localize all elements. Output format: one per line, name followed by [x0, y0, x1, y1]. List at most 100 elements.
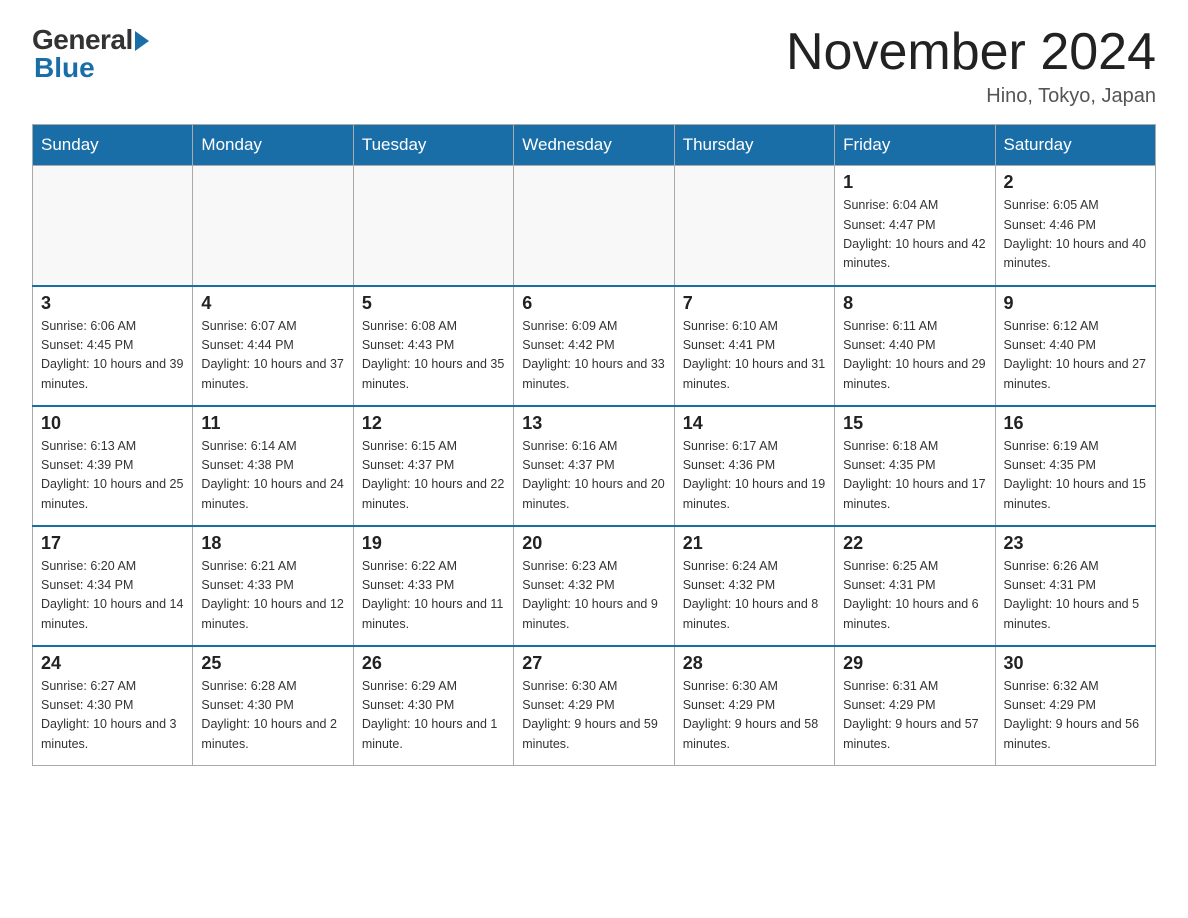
day-info: Sunrise: 6:26 AMSunset: 4:31 PMDaylight:… [1004, 557, 1147, 635]
calendar-cell [674, 166, 834, 286]
logo-triangle-icon [135, 31, 149, 51]
day-info: Sunrise: 6:10 AMSunset: 4:41 PMDaylight:… [683, 317, 826, 395]
calendar-cell [353, 166, 513, 286]
day-number: 1 [843, 172, 986, 193]
calendar-cell: 24 Sunrise: 6:27 AMSunset: 4:30 PMDayligh… [33, 646, 193, 766]
day-number: 3 [41, 293, 184, 314]
calendar-cell: 18 Sunrise: 6:21 AMSunset: 4:33 PMDayligh… [193, 526, 353, 646]
calendar-cell: 5Sunrise: 6:08 AMSunset: 4:43 PMDaylight… [353, 286, 513, 406]
month-title: November 2024 [786, 24, 1156, 81]
logo: General Blue [32, 24, 149, 84]
header-monday: Monday [193, 125, 353, 166]
header-friday: Friday [835, 125, 995, 166]
day-number: 20 [522, 533, 665, 554]
day-number: 11 [201, 413, 344, 434]
day-number: 2 [1004, 172, 1147, 193]
day-number: 16 [1004, 413, 1147, 434]
calendar-cell: 28Sunrise: 6:30 AMSunset: 4:29 PMDayligh… [674, 646, 834, 766]
title-section: November 2024 Hino, Tokyo, Japan [786, 24, 1156, 108]
week-row-4: 24 Sunrise: 6:27 AMSunset: 4:30 PMDayligh… [33, 646, 1156, 766]
calendar-cell: 26 Sunrise: 6:29 AMSunset: 4:30 PMDayligh… [353, 646, 513, 766]
day-number: 12 [362, 413, 505, 434]
day-number: 24 [41, 653, 184, 674]
day-number: 26 [362, 653, 505, 674]
calendar-body: 1 Sunrise: 6:04 AMSunset: 4:47 PMDaylight… [33, 166, 1156, 766]
calendar-cell: 13Sunrise: 6:16 AMSunset: 4:37 PMDayligh… [514, 406, 674, 526]
day-info: Sunrise: 6:30 AMSunset: 4:29 PMDaylight:… [522, 677, 665, 755]
day-number: 6 [522, 293, 665, 314]
calendar-cell: 20 Sunrise: 6:23 AMSunset: 4:32 PMDayligh… [514, 526, 674, 646]
day-info: Sunrise: 6:15 AMSunset: 4:37 PMDaylight:… [362, 437, 505, 515]
calendar-cell: 25Sunrise: 6:28 AMSunset: 4:30 PMDayligh… [193, 646, 353, 766]
day-number: 17 [41, 533, 184, 554]
day-number: 29 [843, 653, 986, 674]
calendar-cell: 17 Sunrise: 6:20 AMSunset: 4:34 PMDayligh… [33, 526, 193, 646]
day-info: Sunrise: 6:08 AMSunset: 4:43 PMDaylight:… [362, 317, 505, 395]
calendar-cell: 15 Sunrise: 6:18 AMSunset: 4:35 PMDayligh… [835, 406, 995, 526]
day-number: 8 [843, 293, 986, 314]
day-number: 23 [1004, 533, 1147, 554]
calendar-cell [33, 166, 193, 286]
calendar-cell: 14 Sunrise: 6:17 AMSunset: 4:36 PMDayligh… [674, 406, 834, 526]
day-info: Sunrise: 6:09 AMSunset: 4:42 PMDaylight:… [522, 317, 665, 395]
day-info: Sunrise: 6:07 AMSunset: 4:44 PMDaylight:… [201, 317, 344, 395]
day-info: Sunrise: 6:14 AMSunset: 4:38 PMDaylight:… [201, 437, 344, 515]
day-number: 27 [522, 653, 665, 674]
day-info: Sunrise: 6:23 AMSunset: 4:32 PMDaylight:… [522, 557, 665, 635]
page-header: General Blue November 2024 Hino, Tokyo, … [32, 24, 1156, 108]
day-number: 10 [41, 413, 184, 434]
calendar-cell: 19Sunrise: 6:22 AMSunset: 4:33 PMDayligh… [353, 526, 513, 646]
calendar-cell: 8 Sunrise: 6:11 AMSunset: 4:40 PMDaylight… [835, 286, 995, 406]
day-info: Sunrise: 6:22 AMSunset: 4:33 PMDaylight:… [362, 557, 505, 635]
day-info: Sunrise: 6:11 AMSunset: 4:40 PMDaylight:… [843, 317, 986, 395]
calendar-table: SundayMondayTuesdayWednesdayThursdayFrid… [32, 124, 1156, 766]
header-thursday: Thursday [674, 125, 834, 166]
day-info: Sunrise: 6:21 AMSunset: 4:33 PMDaylight:… [201, 557, 344, 635]
day-info: Sunrise: 6:25 AMSunset: 4:31 PMDaylight:… [843, 557, 986, 635]
calendar-cell: 30Sunrise: 6:32 AMSunset: 4:29 PMDayligh… [995, 646, 1155, 766]
calendar-cell: 29Sunrise: 6:31 AMSunset: 4:29 PMDayligh… [835, 646, 995, 766]
day-info: Sunrise: 6:12 AMSunset: 4:40 PMDaylight:… [1004, 317, 1147, 395]
day-number: 18 [201, 533, 344, 554]
logo-blue-text: Blue [34, 52, 95, 84]
day-info: Sunrise: 6:27 AMSunset: 4:30 PMDaylight:… [41, 677, 184, 755]
calendar-cell: 10Sunrise: 6:13 AMSunset: 4:39 PMDayligh… [33, 406, 193, 526]
day-info: Sunrise: 6:28 AMSunset: 4:30 PMDaylight:… [201, 677, 344, 755]
header-tuesday: Tuesday [353, 125, 513, 166]
day-number: 28 [683, 653, 826, 674]
calendar-cell [193, 166, 353, 286]
week-row-1: 3 Sunrise: 6:06 AMSunset: 4:45 PMDaylight… [33, 286, 1156, 406]
day-number: 15 [843, 413, 986, 434]
header-row: SundayMondayTuesdayWednesdayThursdayFrid… [33, 125, 1156, 166]
day-number: 4 [201, 293, 344, 314]
calendar-cell: 27 Sunrise: 6:30 AMSunset: 4:29 PMDayligh… [514, 646, 674, 766]
calendar-cell: 12 Sunrise: 6:15 AMSunset: 4:37 PMDayligh… [353, 406, 513, 526]
header-sunday: Sunday [33, 125, 193, 166]
calendar-cell [514, 166, 674, 286]
calendar-cell: 7 Sunrise: 6:10 AMSunset: 4:41 PMDaylight… [674, 286, 834, 406]
calendar-cell: 1 Sunrise: 6:04 AMSunset: 4:47 PMDaylight… [835, 166, 995, 286]
week-row-2: 10Sunrise: 6:13 AMSunset: 4:39 PMDayligh… [33, 406, 1156, 526]
calendar-cell: 16 Sunrise: 6:19 AMSunset: 4:35 PMDayligh… [995, 406, 1155, 526]
calendar-cell: 22Sunrise: 6:25 AMSunset: 4:31 PMDayligh… [835, 526, 995, 646]
day-info: Sunrise: 6:24 AMSunset: 4:32 PMDaylight:… [683, 557, 826, 635]
day-info: Sunrise: 6:05 AMSunset: 4:46 PMDaylight:… [1004, 196, 1147, 274]
week-row-3: 17 Sunrise: 6:20 AMSunset: 4:34 PMDayligh… [33, 526, 1156, 646]
day-info: Sunrise: 6:20 AMSunset: 4:34 PMDaylight:… [41, 557, 184, 635]
day-info: Sunrise: 6:19 AMSunset: 4:35 PMDaylight:… [1004, 437, 1147, 515]
day-info: Sunrise: 6:04 AMSunset: 4:47 PMDaylight:… [843, 196, 986, 274]
day-info: Sunrise: 6:06 AMSunset: 4:45 PMDaylight:… [41, 317, 184, 395]
calendar-cell: 6 Sunrise: 6:09 AMSunset: 4:42 PMDaylight… [514, 286, 674, 406]
day-info: Sunrise: 6:17 AMSunset: 4:36 PMDaylight:… [683, 437, 826, 515]
calendar-cell: 23 Sunrise: 6:26 AMSunset: 4:31 PMDayligh… [995, 526, 1155, 646]
day-number: 9 [1004, 293, 1147, 314]
day-number: 7 [683, 293, 826, 314]
day-number: 21 [683, 533, 826, 554]
calendar-cell: 4 Sunrise: 6:07 AMSunset: 4:44 PMDaylight… [193, 286, 353, 406]
location-subtitle: Hino, Tokyo, Japan [786, 85, 1156, 108]
day-info: Sunrise: 6:18 AMSunset: 4:35 PMDaylight:… [843, 437, 986, 515]
day-number: 14 [683, 413, 826, 434]
calendar-cell: 2 Sunrise: 6:05 AMSunset: 4:46 PMDaylight… [995, 166, 1155, 286]
day-info: Sunrise: 6:29 AMSunset: 4:30 PMDaylight:… [362, 677, 505, 755]
week-row-0: 1 Sunrise: 6:04 AMSunset: 4:47 PMDaylight… [33, 166, 1156, 286]
